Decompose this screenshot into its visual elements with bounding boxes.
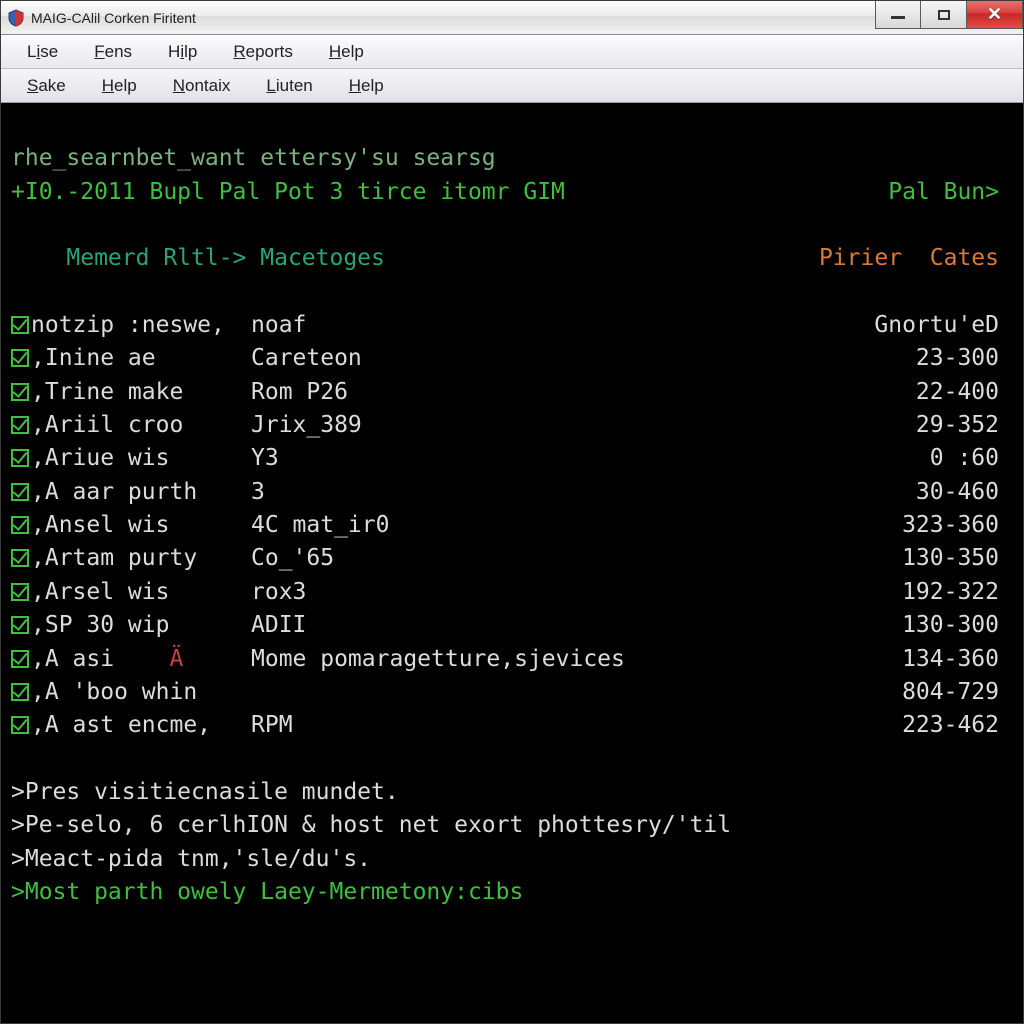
row-col2: noaf xyxy=(251,309,306,342)
row-value: 130-350 xyxy=(902,542,1009,575)
terminal-header-right: Pal Bun> xyxy=(888,176,1009,209)
row-col1: ,Ariue wis xyxy=(31,442,251,475)
list-item: ,Ariil crooJrix_389 29-352 xyxy=(11,409,1009,442)
list-item: ,SP 30 wipADII 130-300 xyxy=(11,609,1009,642)
terminal-line: rhe_searnbet_want ettersy'su searsg xyxy=(11,145,496,171)
row-col2: Careteon xyxy=(251,342,362,375)
minimize-button[interactable] xyxy=(875,1,921,29)
list-item: ,Ariue wisY3 0 :60 xyxy=(11,442,1009,475)
row-value: 323-360 xyxy=(902,509,1009,542)
menu1-item-0[interactable]: Lise xyxy=(9,38,76,66)
row-col2: 3 xyxy=(251,476,265,509)
row-col2: Mome pomaragetture,sjevices xyxy=(251,643,625,676)
close-icon: ✕ xyxy=(987,4,1002,25)
check-icon xyxy=(11,449,29,467)
row-col2: 4C mat_ir0 xyxy=(251,509,389,542)
menu1-item-4[interactable]: Help xyxy=(311,38,382,66)
row-col1: ,A 'boo whin xyxy=(31,676,251,709)
terminal-line: >Pres visitiecnasile mundet. xyxy=(11,779,399,805)
terminal-line: >Meact-pida tnm,'sle/du's. xyxy=(11,846,371,872)
check-icon xyxy=(11,349,29,367)
row-col1: ,Arsel wis xyxy=(31,576,251,609)
terminal-line: +I0.-2011 Bupl Pal Pot 3 tirce itomr GIM xyxy=(11,176,565,209)
row-col1: ,Ariil croo xyxy=(31,409,251,442)
row-value: 130-300 xyxy=(902,609,1009,642)
maximize-button[interactable] xyxy=(921,1,967,29)
check-icon xyxy=(11,549,29,567)
row-col2: ADII xyxy=(251,609,306,642)
maximize-icon xyxy=(938,10,950,20)
list-item: ,Arsel wisrox3 192-322 xyxy=(11,576,1009,609)
row-value: 804-729 xyxy=(902,676,1009,709)
close-button[interactable]: ✕ xyxy=(967,1,1023,29)
row-value: 23-300 xyxy=(916,342,1009,375)
check-icon xyxy=(11,316,29,334)
row-col2: RPM xyxy=(251,709,293,742)
terminal[interactable]: rhe_searnbet_want ettersy'su searsg +I0.… xyxy=(1,103,1023,1023)
check-icon xyxy=(11,650,29,668)
row-value: 30-460 xyxy=(916,476,1009,509)
row-col1: ,Artam purty xyxy=(31,542,251,575)
menu2-item-4[interactable]: Help xyxy=(331,72,402,100)
terminal-line: >Most parth owely Laey-Mermetony:cibs xyxy=(11,879,523,905)
check-icon xyxy=(11,383,29,401)
check-icon xyxy=(11,583,29,601)
menu2-item-0[interactable]: Sake xyxy=(9,72,84,100)
list-item: ,Artam purtyCo_'65 130-350 xyxy=(11,542,1009,575)
menu2-item-3[interactable]: Liuten xyxy=(248,72,330,100)
column-header: Cates xyxy=(930,245,999,271)
row-col2: Y3 xyxy=(251,442,279,475)
row-col2: Rom P26 xyxy=(251,376,348,409)
check-icon xyxy=(11,683,29,701)
row-value: 22-400 xyxy=(916,376,1009,409)
check-icon xyxy=(11,616,29,634)
row-value: 134-360 xyxy=(902,643,1009,676)
row-value: 192-322 xyxy=(902,576,1009,609)
row-value: 223-462 xyxy=(902,709,1009,742)
minimize-icon xyxy=(891,16,905,19)
row-col1: ,Trine make xyxy=(31,376,251,409)
row-value: Gnortu'eD xyxy=(874,309,1009,342)
titlebar: MAIG-CAlil Corken Firitent ✕ xyxy=(1,1,1023,35)
list-item: ,Trine makeRom P26 22-400 xyxy=(11,376,1009,409)
list-item: notzip :neswe,noaf Gnortu'eD xyxy=(11,309,1009,342)
row-col2: Jrix_389 xyxy=(251,409,362,442)
row-col1: ,A aar purth xyxy=(31,476,251,509)
row-col1: ,A asi Ä xyxy=(31,643,251,676)
check-icon xyxy=(11,416,29,434)
check-icon xyxy=(11,483,29,501)
check-icon xyxy=(11,716,29,734)
list-item: ,Ansel wis4C mat_ir0 323-360 xyxy=(11,509,1009,542)
app-window: MAIG-CAlil Corken Firitent ✕ LiseFensHil… xyxy=(0,0,1024,1024)
row-col1: ,SP 30 wip xyxy=(31,609,251,642)
list-item: ,A aar purth3 30-460 xyxy=(11,476,1009,509)
row-col1: ,Ansel wis xyxy=(31,509,251,542)
list-item: ,A asi ÄMome pomaragetture,sjevices 134-3… xyxy=(11,643,1009,676)
menu2-item-2[interactable]: Nontaix xyxy=(155,72,249,100)
menu2-item-1[interactable]: Help xyxy=(84,72,155,100)
list-item: ,A ast encme,RPM 223-462 xyxy=(11,709,1009,742)
menu1-item-2[interactable]: Hilp xyxy=(150,38,215,66)
row-col1: ,A ast encme, xyxy=(31,709,251,742)
row-value: 29-352 xyxy=(916,409,1009,442)
window-controls: ✕ xyxy=(875,1,1023,34)
column-header: Pirier xyxy=(819,245,902,271)
menubar-secondary: SakeHelpNontaixLiutenHelp xyxy=(1,69,1023,103)
glyph-icon: Ä xyxy=(169,646,183,672)
list-item: ,Inine aeCareteon 23-300 xyxy=(11,342,1009,375)
menu1-item-1[interactable]: Fens xyxy=(76,38,150,66)
check-icon xyxy=(11,516,29,534)
row-col1: notzip :neswe, xyxy=(31,309,251,342)
app-icon xyxy=(7,9,25,27)
menubar-primary: LiseFensHilpReportsHelp xyxy=(1,35,1023,69)
row-col1: ,Inine ae xyxy=(31,342,251,375)
terminal-line: Memerd Rltl-> Macetoges xyxy=(11,242,385,275)
list-item: ,A 'boo whin 804-729 xyxy=(11,676,1009,709)
row-col2: rox3 xyxy=(251,576,306,609)
row-value: 0 :60 xyxy=(930,442,1009,475)
terminal-line: >Pe-selo, 6 cerlhION & host net exort ph… xyxy=(11,812,731,838)
menu1-item-3[interactable]: Reports xyxy=(215,38,311,66)
row-col2: Co_'65 xyxy=(251,542,334,575)
window-title: MAIG-CAlil Corken Firitent xyxy=(31,10,196,26)
